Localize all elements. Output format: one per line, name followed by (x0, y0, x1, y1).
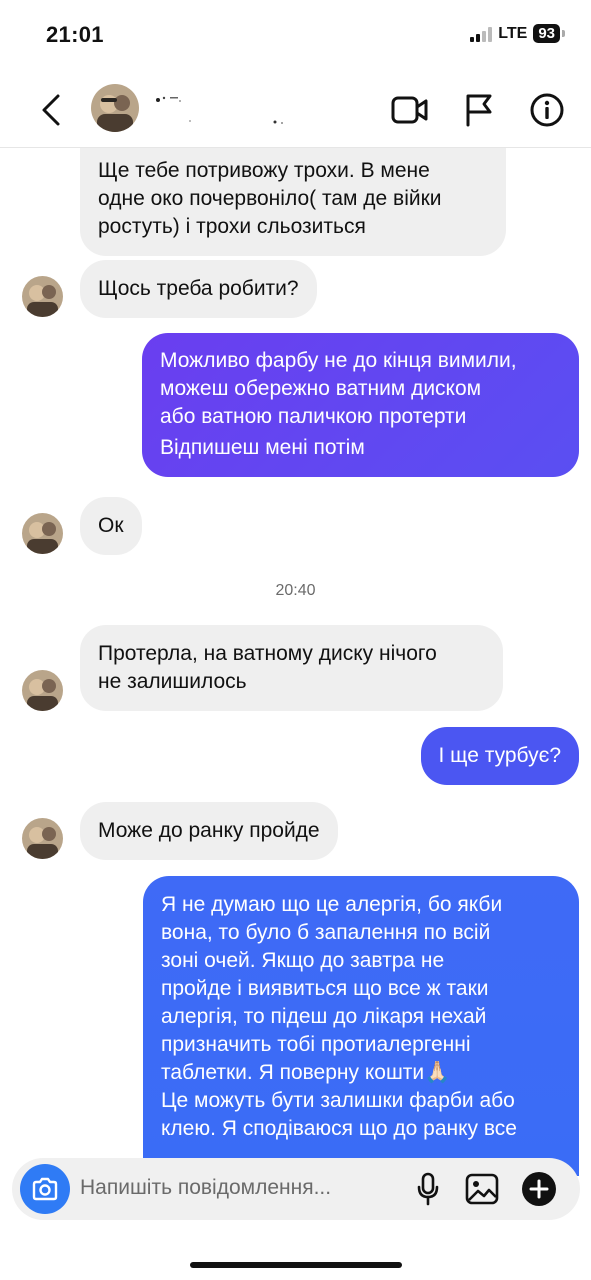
outgoing-message[interactable]: Я не думаю що це алергія, бо якби вона, … (143, 876, 579, 1176)
sender-avatar[interactable] (22, 276, 63, 317)
status-time: 21:01 (46, 22, 104, 47)
status-bar: 21:01 LTE 93 (0, 0, 591, 70)
avatar-photo-icon (22, 670, 63, 711)
chevron-left-icon (42, 94, 60, 126)
message-text: Ок (98, 514, 124, 537)
message-text: І ще турбує? (438, 744, 561, 767)
message-text: Це можуть бути залишки фарби або (161, 1089, 515, 1112)
video-call-button[interactable] (388, 88, 432, 132)
gallery-button[interactable] (462, 1169, 502, 1209)
more-actions-button[interactable] (519, 1169, 559, 1209)
message-text: Щось треба робити? (98, 277, 299, 300)
camera-button[interactable] (20, 1164, 70, 1214)
message-text: не залишилось (98, 670, 247, 693)
sender-avatar[interactable] (22, 670, 63, 711)
message-text: вона, то було б запалення по всій (161, 921, 491, 944)
contact-avatar[interactable] (91, 84, 139, 132)
cellular-signal-icon (470, 26, 493, 42)
message-text: алергія, то підеш до лікаря нехай (161, 1005, 487, 1028)
message-text: або ватною паличкою протерти (160, 405, 467, 428)
battery-icon (562, 30, 565, 37)
info-button[interactable] (525, 88, 569, 132)
message-text: зоні очей. Якщо до завтра не (161, 949, 445, 972)
incoming-message[interactable]: Ок (80, 497, 142, 555)
message-text: пройде і виявиться що все ж таки (161, 977, 489, 1000)
message-text: ростуть) і трохи сльозиться (98, 215, 366, 238)
outgoing-message[interactable]: Можливо фарбу не до кінця вимили, можеш … (142, 333, 579, 477)
back-button[interactable] (36, 90, 66, 130)
incoming-message[interactable]: Протерла, на ватному диску нічого не зал… (80, 625, 503, 711)
message-text: призначить тобі протиалергенні (161, 1033, 471, 1056)
incoming-message[interactable]: Ще тебе потривожу трохи. В мене одне око… (80, 148, 506, 256)
message-timestamp: 20:40 (275, 582, 316, 599)
avatar-photo-icon (22, 513, 63, 554)
camera-icon (32, 1177, 58, 1201)
network-type: LTE (498, 24, 528, 42)
message-text: Протерла, на ватному диску нічого (98, 642, 437, 665)
home-indicator (190, 1262, 402, 1268)
message-text: одне око почервоніло( там де війки (98, 187, 442, 210)
voice-message-button[interactable] (408, 1169, 448, 1209)
flag-icon (466, 94, 492, 127)
chat-header (0, 70, 591, 148)
message-input[interactable]: Напишіть повідомлення... (80, 1176, 331, 1200)
image-icon (465, 1173, 499, 1205)
status-indicators: LTE 93 (470, 24, 565, 43)
sender-avatar[interactable] (22, 818, 63, 859)
message-text: можеш обережно ватним диском (160, 377, 482, 400)
message-text: таблетки. Я поверну кошти🙏🏻 (161, 1061, 451, 1084)
plus-icon (522, 1172, 556, 1206)
avatar-photo-icon (22, 276, 63, 317)
message-composer: Напишіть повідомлення... (12, 1158, 580, 1220)
avatar-photo-icon (91, 84, 139, 132)
message-text: Може до ранку пройде (98, 819, 320, 842)
video-camera-icon (391, 96, 428, 124)
message-text: Ще тебе потривожу трохи. В мене (98, 159, 430, 182)
microphone-icon (417, 1172, 439, 1206)
message-text: Я не думаю що це алергія, бо якби (161, 893, 503, 916)
outgoing-message[interactable]: І ще турбує? (420, 727, 579, 785)
sender-avatar[interactable] (22, 513, 63, 554)
report-button[interactable] (457, 88, 501, 132)
message-text: клею. Я сподіваюся що до ранку все (161, 1117, 517, 1140)
contact-name-redacted[interactable] (150, 92, 290, 128)
avatar-photo-icon (22, 818, 63, 859)
battery-level: 93 (533, 24, 560, 43)
info-icon (530, 93, 564, 127)
incoming-message[interactable]: Щось треба робити? (80, 260, 317, 318)
message-text: Відпишеш мені потім (160, 436, 365, 459)
incoming-message[interactable]: Може до ранку пройде (80, 802, 338, 860)
message-text: Можливо фарбу не до кінця вимили, (160, 349, 517, 372)
